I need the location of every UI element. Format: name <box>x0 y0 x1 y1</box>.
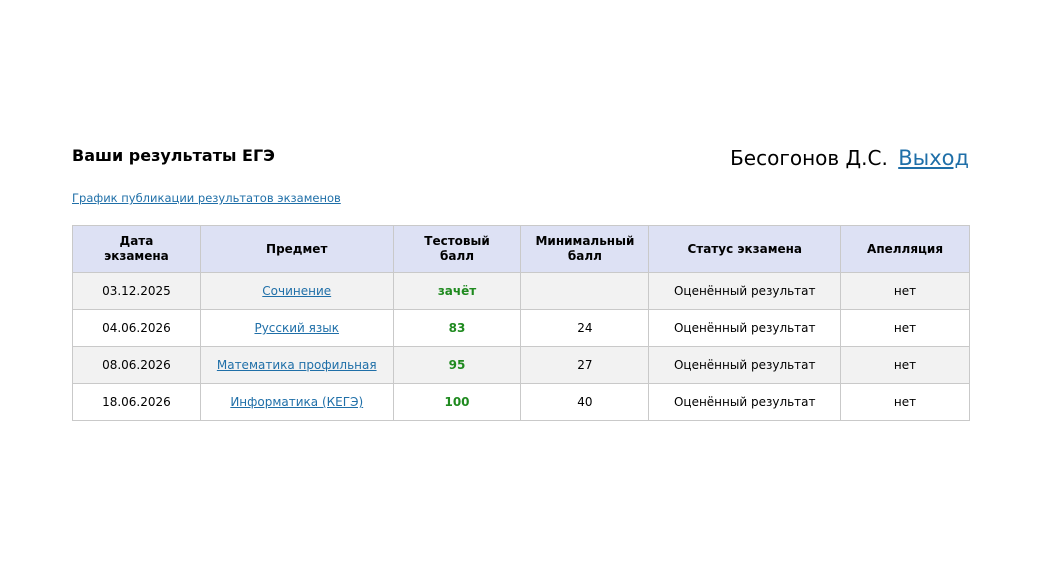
column-header-date-line1: Дата <box>119 234 154 248</box>
column-header-min-score-line2: балл <box>567 249 602 263</box>
table-row: 04.06.2026 Русский язык 83 24 Оценённый … <box>72 309 970 347</box>
table-row: 03.12.2025 Сочинение зачёт Оценённый рез… <box>72 272 970 310</box>
exam-status: Оценённый результат <box>648 346 842 384</box>
subject-link[interactable]: Сочинение <box>262 284 331 298</box>
column-header-score-line2: балл <box>439 249 475 263</box>
column-header-appeal: Апелляция <box>840 225 970 273</box>
page-title: Ваши результаты ЕГЭ <box>72 146 275 165</box>
min-score <box>520 272 650 310</box>
exam-status: Оценённый результат <box>648 309 842 347</box>
column-header-status-label: Статус экзамена <box>687 241 803 256</box>
subject-cell: Математика профильная <box>199 346 394 384</box>
results-table: Дата экзамена Предмет Тестовый балл Мини… <box>72 225 970 421</box>
exam-date: 18.06.2026 <box>72 383 201 421</box>
column-header-date: Дата экзамена <box>72 225 201 273</box>
appeal-status: нет <box>840 346 970 384</box>
column-header-score-line1: Тестовый <box>424 234 490 248</box>
min-score: 40 <box>520 383 650 421</box>
column-header-subject: Предмет <box>199 225 394 273</box>
column-header-min-score-line1: Минимальный <box>535 234 635 248</box>
column-header-subject-label: Предмет <box>266 241 328 256</box>
column-header-min-score: Минимальный балл <box>520 225 650 273</box>
test-score: зачёт <box>392 272 522 310</box>
table-row: 08.06.2026 Математика профильная 95 27 О… <box>72 346 970 384</box>
user-box: Бесогонов Д.С. Выход <box>730 144 969 172</box>
results-schedule-link[interactable]: График публикации результатов экзаменов <box>72 191 341 205</box>
exam-date: 04.06.2026 <box>72 309 201 347</box>
exam-status: Оценённый результат <box>648 272 842 310</box>
test-score: 83 <box>392 309 522 347</box>
appeal-status: нет <box>840 309 970 347</box>
subject-cell: Информатика (КЕГЭ) <box>199 383 394 421</box>
logout-link[interactable]: Выход <box>898 146 969 170</box>
test-score: 100 <box>392 383 522 421</box>
exam-date: 03.12.2025 <box>72 272 201 310</box>
table-row: 18.06.2026 Информатика (КЕГЭ) 100 40 Оце… <box>72 383 970 421</box>
column-header-status: Статус экзамена <box>648 225 842 273</box>
column-header-appeal-label: Апелляция <box>867 241 944 256</box>
min-score: 24 <box>520 309 650 347</box>
exam-status: Оценённый результат <box>648 383 842 421</box>
exam-date: 08.06.2026 <box>72 346 201 384</box>
subject-cell: Сочинение <box>199 272 394 310</box>
min-score: 27 <box>520 346 650 384</box>
subject-cell: Русский язык <box>199 309 394 347</box>
subject-link[interactable]: Русский язык <box>254 321 339 335</box>
appeal-status: нет <box>840 272 970 310</box>
subject-link[interactable]: Информатика (КЕГЭ) <box>230 395 363 409</box>
table-header-row: Дата экзамена Предмет Тестовый балл Мини… <box>72 225 970 273</box>
column-header-date-line2: экзамена <box>104 249 169 263</box>
column-header-score: Тестовый балл <box>392 225 522 273</box>
appeal-status: нет <box>840 383 970 421</box>
user-name: Бесогонов Д.С. <box>730 146 888 170</box>
test-score: 95 <box>392 346 522 384</box>
subject-link[interactable]: Математика профильная <box>217 358 377 372</box>
